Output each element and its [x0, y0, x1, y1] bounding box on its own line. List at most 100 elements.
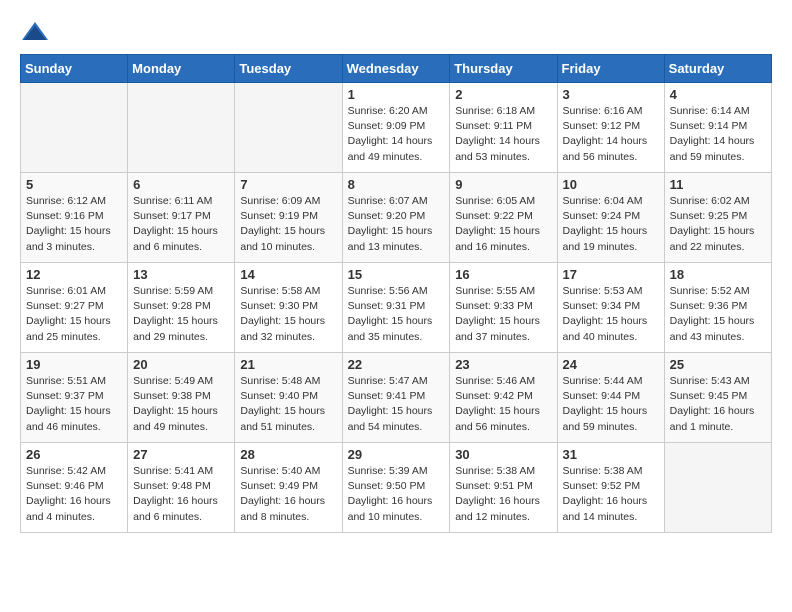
day-number: 12 [26, 267, 122, 282]
calendar-cell [235, 83, 342, 173]
weekday-header: Sunday [21, 55, 128, 83]
day-info: Sunrise: 6:18 AMSunset: 9:11 PMDaylight:… [455, 104, 551, 165]
calendar-cell: 2 Sunrise: 6:18 AMSunset: 9:11 PMDaylight… [450, 83, 557, 173]
day-info: Sunrise: 5:38 AMSunset: 9:52 PMDaylight:… [563, 464, 659, 525]
day-number: 22 [348, 357, 445, 372]
day-number: 5 [26, 177, 122, 192]
day-number: 4 [670, 87, 766, 102]
day-number: 6 [133, 177, 229, 192]
calendar-cell: 24 Sunrise: 5:44 AMSunset: 9:44 PMDayligh… [557, 353, 664, 443]
calendar-week-row: 12 Sunrise: 6:01 AMSunset: 9:27 PMDayligh… [21, 263, 772, 353]
day-number: 24 [563, 357, 659, 372]
day-number: 9 [455, 177, 551, 192]
day-number: 11 [670, 177, 766, 192]
day-info: Sunrise: 5:55 AMSunset: 9:33 PMDaylight:… [455, 284, 551, 345]
calendar-cell: 31 Sunrise: 5:38 AMSunset: 9:52 PMDayligh… [557, 443, 664, 533]
day-info: Sunrise: 5:43 AMSunset: 9:45 PMDaylight:… [670, 374, 766, 435]
calendar-cell [664, 443, 771, 533]
day-number: 2 [455, 87, 551, 102]
calendar-cell: 9 Sunrise: 6:05 AMSunset: 9:22 PMDaylight… [450, 173, 557, 263]
day-number: 7 [240, 177, 336, 192]
day-number: 10 [563, 177, 659, 192]
calendar-week-row: 19Sunrise: 5:51 AMSunset: 9:37 PMDayligh… [21, 353, 772, 443]
calendar-cell: 5Sunrise: 6:12 AMSunset: 9:16 PMDaylight… [21, 173, 128, 263]
day-number: 13 [133, 267, 229, 282]
calendar-cell [128, 83, 235, 173]
day-info: Sunrise: 5:48 AMSunset: 9:40 PMDaylight:… [240, 374, 336, 435]
calendar-cell: 10 Sunrise: 6:04 AMSunset: 9:24 PMDayligh… [557, 173, 664, 263]
day-info: Sunrise: 6:16 AMSunset: 9:12 PMDaylight:… [563, 104, 659, 165]
day-number: 20 [133, 357, 229, 372]
day-number: 23 [455, 357, 551, 372]
calendar-cell: 27Sunrise: 5:41 AMSunset: 9:48 PMDayligh… [128, 443, 235, 533]
day-info: Sunrise: 6:04 AMSunset: 9:24 PMDaylight:… [563, 194, 659, 255]
day-number: 29 [348, 447, 445, 462]
day-info: Sunrise: 6:09 AMSunset: 9:19 PMDaylight:… [240, 194, 336, 255]
weekday-header: Thursday [450, 55, 557, 83]
day-number: 21 [240, 357, 336, 372]
calendar-cell: 8Sunrise: 6:07 AMSunset: 9:20 PMDaylight… [342, 173, 450, 263]
day-info: Sunrise: 6:14 AMSunset: 9:14 PMDaylight:… [670, 104, 766, 165]
logo-icon [20, 20, 50, 44]
calendar-cell: 6 Sunrise: 6:11 AMSunset: 9:17 PMDaylight… [128, 173, 235, 263]
day-info: Sunrise: 6:05 AMSunset: 9:22 PMDaylight:… [455, 194, 551, 255]
day-info: Sunrise: 5:44 AMSunset: 9:44 PMDaylight:… [563, 374, 659, 435]
day-info: Sunrise: 5:59 AMSunset: 9:28 PMDaylight:… [133, 284, 229, 345]
calendar-cell: 16Sunrise: 5:55 AMSunset: 9:33 PMDayligh… [450, 263, 557, 353]
calendar-cell: 14 Sunrise: 5:58 AMSunset: 9:30 PMDayligh… [235, 263, 342, 353]
calendar-week-row: 1 Sunrise: 6:20 AMSunset: 9:09 PMDaylight… [21, 83, 772, 173]
weekday-header: Saturday [664, 55, 771, 83]
calendar-table: SundayMondayTuesdayWednesdayThursdayFrid… [20, 54, 772, 533]
day-info: Sunrise: 5:49 AMSunset: 9:38 PMDaylight:… [133, 374, 229, 435]
weekday-header: Monday [128, 55, 235, 83]
day-number: 18 [670, 267, 766, 282]
day-info: Sunrise: 6:11 AMSunset: 9:17 PMDaylight:… [133, 194, 229, 255]
calendar-cell: 22 Sunrise: 5:47 AMSunset: 9:41 PMDayligh… [342, 353, 450, 443]
calendar-cell: 13 Sunrise: 5:59 AMSunset: 9:28 PMDayligh… [128, 263, 235, 353]
day-number: 25 [670, 357, 766, 372]
logo [20, 20, 54, 44]
page-header [20, 20, 772, 44]
day-number: 14 [240, 267, 336, 282]
day-number: 30 [455, 447, 551, 462]
weekday-header: Tuesday [235, 55, 342, 83]
day-number: 8 [348, 177, 445, 192]
calendar-cell [21, 83, 128, 173]
calendar-cell: 20 Sunrise: 5:49 AMSunset: 9:38 PMDayligh… [128, 353, 235, 443]
calendar-cell: 30 Sunrise: 5:38 AMSunset: 9:51 PMDayligh… [450, 443, 557, 533]
weekday-header: Friday [557, 55, 664, 83]
calendar-week-row: 5Sunrise: 6:12 AMSunset: 9:16 PMDaylight… [21, 173, 772, 263]
day-info: Sunrise: 6:02 AMSunset: 9:25 PMDaylight:… [670, 194, 766, 255]
day-info: Sunrise: 5:47 AMSunset: 9:41 PMDaylight:… [348, 374, 445, 435]
calendar-cell: 21 Sunrise: 5:48 AMSunset: 9:40 PMDayligh… [235, 353, 342, 443]
day-info: Sunrise: 5:38 AMSunset: 9:51 PMDaylight:… [455, 464, 551, 525]
day-number: 17 [563, 267, 659, 282]
calendar-cell: 4 Sunrise: 6:14 AMSunset: 9:14 PMDaylight… [664, 83, 771, 173]
calendar-cell: 26 Sunrise: 5:42 AMSunset: 9:46 PMDayligh… [21, 443, 128, 533]
day-number: 3 [563, 87, 659, 102]
calendar-week-row: 26 Sunrise: 5:42 AMSunset: 9:46 PMDayligh… [21, 443, 772, 533]
day-number: 31 [563, 447, 659, 462]
day-number: 15 [348, 267, 445, 282]
calendar-cell: 25 Sunrise: 5:43 AMSunset: 9:45 PMDayligh… [664, 353, 771, 443]
calendar-cell: 23 Sunrise: 5:46 AMSunset: 9:42 PMDayligh… [450, 353, 557, 443]
calendar-cell: 11 Sunrise: 6:02 AMSunset: 9:25 PMDayligh… [664, 173, 771, 263]
weekday-header: Wednesday [342, 55, 450, 83]
calendar-cell: 12 Sunrise: 6:01 AMSunset: 9:27 PMDayligh… [21, 263, 128, 353]
day-info: Sunrise: 5:52 AMSunset: 9:36 PMDaylight:… [670, 284, 766, 345]
calendar-cell: 17Sunrise: 5:53 AMSunset: 9:34 PMDayligh… [557, 263, 664, 353]
day-info: Sunrise: 5:58 AMSunset: 9:30 PMDaylight:… [240, 284, 336, 345]
day-number: 27 [133, 447, 229, 462]
day-info: Sunrise: 5:42 AMSunset: 9:46 PMDaylight:… [26, 464, 122, 525]
day-number: 1 [348, 87, 445, 102]
day-number: 19 [26, 357, 122, 372]
calendar-cell: 3 Sunrise: 6:16 AMSunset: 9:12 PMDaylight… [557, 83, 664, 173]
day-info: Sunrise: 5:46 AMSunset: 9:42 PMDaylight:… [455, 374, 551, 435]
calendar-cell: 7 Sunrise: 6:09 AMSunset: 9:19 PMDaylight… [235, 173, 342, 263]
day-info: Sunrise: 5:40 AMSunset: 9:49 PMDaylight:… [240, 464, 336, 525]
day-number: 28 [240, 447, 336, 462]
day-number: 26 [26, 447, 122, 462]
weekday-header-row: SundayMondayTuesdayWednesdayThursdayFrid… [21, 55, 772, 83]
day-info: Sunrise: 6:20 AMSunset: 9:09 PMDaylight:… [348, 104, 445, 165]
day-info: Sunrise: 6:01 AMSunset: 9:27 PMDaylight:… [26, 284, 122, 345]
